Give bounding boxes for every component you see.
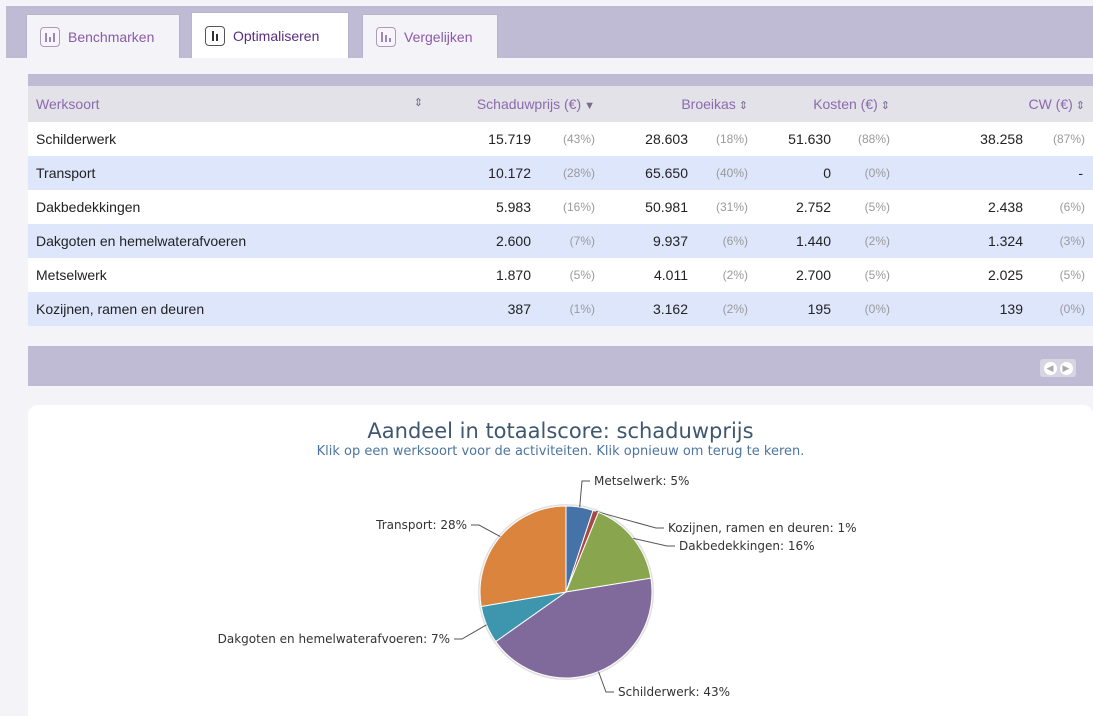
cell-werksoort[interactable]: Dakbedekkingen xyxy=(28,190,431,224)
cell-schaduwprijs: 2.600 xyxy=(431,224,541,258)
cell-cw-pct: (87%) xyxy=(1033,122,1093,156)
cell-cw: 139 xyxy=(898,292,1033,326)
cell-kosten-pct: (0%) xyxy=(841,156,898,190)
header-schaduwprijs[interactable]: Schaduwprijs (€) ▼ xyxy=(431,86,603,122)
cell-broeikas-pct: (2%) xyxy=(698,292,756,326)
cell-werksoort[interactable]: Dakgoten en hemelwaterafvoeren xyxy=(28,224,431,258)
cell-schaduwprijs-pct: (7%) xyxy=(541,224,603,258)
pie-connector xyxy=(598,671,614,693)
cell-broeikas: 65.650 xyxy=(603,156,698,190)
cell-kosten: 2.700 xyxy=(756,258,841,292)
cell-cw: 2.025 xyxy=(898,258,1033,292)
cell-broeikas-pct: (18%) xyxy=(698,122,756,156)
pie-label: Metselwerk: 5% xyxy=(594,474,689,488)
cell-werksoort[interactable]: Kozijnen, ramen en deuren xyxy=(28,292,431,326)
table-row[interactable]: Kozijnen, ramen en deuren 387 (1%) 3.162… xyxy=(28,292,1093,326)
cell-schaduwprijs-pct: (5%) xyxy=(541,258,603,292)
pie-label: Transport: 28% xyxy=(375,518,467,532)
next-icon[interactable]: ▶ xyxy=(1059,361,1073,375)
tab-optimaliseren[interactable]: Optimaliseren xyxy=(191,12,349,58)
cell-kosten: 51.630 xyxy=(756,122,841,156)
cell-kosten: 0 xyxy=(756,156,841,190)
cell-kosten-pct: (0%) xyxy=(841,292,898,326)
cell-broeikas: 3.162 xyxy=(603,292,698,326)
cell-broeikas-pct: (31%) xyxy=(698,190,756,224)
table-row[interactable]: Transport 10.172 (28%) 65.650 (40%) 0 (0… xyxy=(28,156,1093,190)
header-werksoort[interactable]: Werksoort ⇕ xyxy=(28,86,431,122)
pie-chart: Metselwerk: 5% Kozijnen, ramen en deuren:… xyxy=(218,474,857,699)
cell-schaduwprijs-pct: (43%) xyxy=(541,122,603,156)
sort-icon: ⇕ xyxy=(880,100,890,112)
sort-desc-icon: ▼ xyxy=(584,100,595,112)
werksoort-table: Werksoort ⇕ Schaduwprijs (€) ▼ Broeikas ⇕ K… xyxy=(28,86,1093,326)
cell-broeikas-pct: (40%) xyxy=(698,156,756,190)
tab-label: Optimaliseren xyxy=(233,27,320,44)
cell-kosten: 1.440 xyxy=(756,224,841,258)
cell-kosten-pct: (5%) xyxy=(841,190,898,224)
tab-benchmarken[interactable]: Benchmarken xyxy=(26,14,180,58)
cell-kosten: 195 xyxy=(756,292,841,326)
cell-kosten-pct: (2%) xyxy=(841,224,898,258)
cell-schaduwprijs: 1.870 xyxy=(431,258,541,292)
cell-broeikas-pct: (6%) xyxy=(698,224,756,258)
cell-cw: 2.438 xyxy=(898,190,1033,224)
cell-cw-pct: (0%) xyxy=(1033,292,1093,326)
sort-icon: ⇕ xyxy=(738,100,748,112)
table-row[interactable]: Dakgoten en hemelwaterafvoeren 2.600 (7%… xyxy=(28,224,1093,258)
header-cw[interactable]: CW (€) ⇕ xyxy=(898,86,1093,122)
pie-connector xyxy=(454,624,487,640)
cell-cw xyxy=(898,156,1033,190)
table-pager: ◀ ▶ xyxy=(28,346,1093,386)
cell-werksoort[interactable]: Schilderwerk xyxy=(28,122,431,156)
table-top-bar xyxy=(28,74,1093,86)
cell-cw-pct: (5%) xyxy=(1033,258,1093,292)
pie-label: Dakbedekkingen: 16% xyxy=(679,539,815,553)
sort-icon: ⇕ xyxy=(413,97,423,109)
table-row[interactable]: Dakbedekkingen 5.983 (16%) 50.981 (31%) … xyxy=(28,190,1093,224)
cell-kosten: 2.752 xyxy=(756,190,841,224)
header-kosten[interactable]: Kosten (€) ⇕ xyxy=(756,86,898,122)
cell-schaduwprijs-pct: (1%) xyxy=(541,292,603,326)
header-broeikas[interactable]: Broeikas ⇕ xyxy=(603,86,756,122)
cell-schaduwprijs: 5.983 xyxy=(431,190,541,224)
pie-label: Kozijnen, ramen en deuren: 1% xyxy=(668,521,857,535)
pie-slice-transport[interactable] xyxy=(479,505,567,608)
pie-connector xyxy=(471,524,501,537)
prev-icon[interactable]: ◀ xyxy=(1043,361,1057,375)
optimize-icon xyxy=(205,25,225,46)
pie-label: Dakgoten en hemelwaterafvoeren: 7% xyxy=(218,632,450,646)
cell-schaduwprijs: 387 xyxy=(431,292,541,326)
cell-werksoort[interactable]: Transport xyxy=(28,156,431,190)
cell-broeikas-pct: (2%) xyxy=(698,258,756,292)
sort-icon: ⇕ xyxy=(1075,100,1086,112)
cell-schaduwprijs: 10.172 xyxy=(431,156,541,190)
cell-schaduwprijs: 15.719 xyxy=(431,122,541,156)
table-row[interactable]: Schilderwerk 15.719 (43%) 28.603 (18%) 5… xyxy=(28,122,1093,156)
cell-kosten-pct: (5%) xyxy=(841,258,898,292)
pager-buttons: ◀ ▶ xyxy=(1040,359,1076,377)
tab-label: Vergelijken xyxy=(404,28,473,45)
pie-connector xyxy=(579,480,590,508)
cell-broeikas: 50.981 xyxy=(603,190,698,224)
benchmark-icon xyxy=(40,26,60,47)
tab-bar: Benchmarken Optimaliseren Vergelijken xyxy=(6,6,1093,58)
tab-vergelijken[interactable]: Vergelijken xyxy=(362,14,498,58)
cell-schaduwprijs-pct: (28%) xyxy=(541,156,603,190)
cell-cw-pct: - xyxy=(1033,156,1093,190)
cell-broeikas: 28.603 xyxy=(603,122,698,156)
cell-kosten-pct: (88%) xyxy=(841,122,898,156)
cell-werksoort[interactable]: Metselwerk xyxy=(28,258,431,292)
pie-label: Schilderwerk: 43% xyxy=(618,685,730,699)
tab-label: Benchmarken xyxy=(68,28,155,45)
cell-cw: 38.258 xyxy=(898,122,1033,156)
chart-panel: Aandeel in totaalscore: schaduwprijs Kli… xyxy=(28,405,1093,716)
cell-broeikas: 9.937 xyxy=(603,224,698,258)
cell-schaduwprijs-pct: (16%) xyxy=(541,190,603,224)
cell-cw-pct: (3%) xyxy=(1033,224,1093,258)
table-row[interactable]: Metselwerk 1.870 (5%) 4.011 (2%) 2.700 (… xyxy=(28,258,1093,292)
compare-icon xyxy=(376,26,396,47)
cell-cw: 1.324 xyxy=(898,224,1033,258)
cell-broeikas: 4.011 xyxy=(603,258,698,292)
cell-cw-pct: (6%) xyxy=(1033,190,1093,224)
